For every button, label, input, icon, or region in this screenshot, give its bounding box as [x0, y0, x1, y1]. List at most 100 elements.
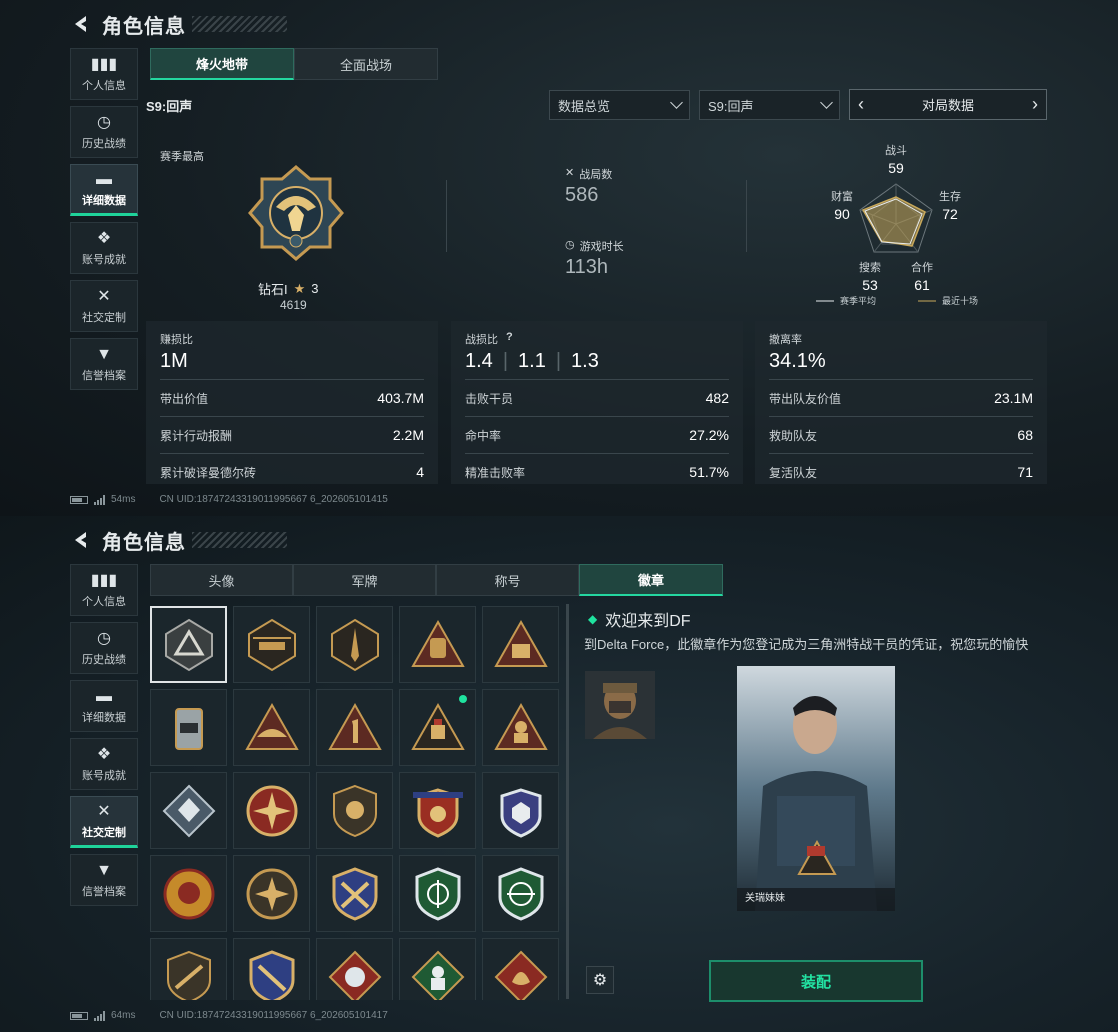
ping-text: 64ms [111, 1010, 136, 1021]
equip-button[interactable]: 装配 [709, 960, 923, 1002]
badge-cell[interactable] [316, 855, 393, 932]
badge-cell[interactable] [150, 689, 227, 766]
radar-value-wealth: 90 [834, 206, 850, 222]
tab-dog-tag[interactable]: 军牌 [293, 564, 436, 596]
compass-star-badge-icon [246, 785, 297, 836]
badge-list-scrollbar[interactable] [566, 604, 569, 999]
rank-caption: 赛季最高 [160, 151, 204, 163]
bar-chart-icon: ▮▮▮ [90, 55, 118, 73]
dropdown-value: 数据总览 [558, 98, 611, 114]
sidebar-item-achievements[interactable]: ❖ 账号成就 [70, 222, 138, 274]
shield-icon: ▼ [96, 345, 112, 363]
battery-icon [70, 1011, 88, 1020]
triangle-badge-icon [164, 618, 213, 671]
stat-row: 带出价值 403.7M [160, 379, 424, 416]
page-title: 角色信息 [102, 15, 186, 38]
sidebar-item-label: 账号成就 [82, 253, 126, 266]
data-overview-dropdown[interactable]: 数据总览 [549, 90, 690, 120]
backpack-s5-badge-icon [410, 619, 465, 667]
badge-cell[interactable] [399, 938, 476, 1000]
sidebar-item-label: 个人信息 [82, 79, 126, 92]
sidebar-item-personal-info[interactable]: ▮▮▮ 个人信息 [70, 48, 138, 100]
badge-cell[interactable] [399, 606, 476, 683]
sidebar-item-social[interactable]: ✕ 社交定制 [70, 280, 138, 332]
chevron-left-icon[interactable]: ‹ [858, 94, 864, 115]
back-button[interactable] [70, 529, 92, 551]
matches-value: 586 [565, 184, 599, 206]
kd-values: 1.4 | 1.1 | 1.3 [465, 350, 599, 372]
sidebar-item-reputation[interactable]: ▼ 信誉档案 [70, 338, 138, 390]
kd-value: 1.3 [571, 350, 599, 372]
badge-cell[interactable] [150, 938, 227, 1000]
tools-icon: ✕ [97, 287, 111, 305]
badge-cell[interactable] [399, 689, 476, 766]
sword-shield-badge-icon [330, 618, 379, 671]
season-dropdown[interactable]: S9:回声 [699, 90, 840, 120]
badge-cell[interactable] [316, 606, 393, 683]
sidebar-item-achievements[interactable]: ❖ 账号成就 [70, 738, 138, 790]
soldier-badge-icon [493, 702, 548, 750]
medal-icon: ❖ [96, 745, 112, 763]
badge-cell[interactable] [482, 938, 559, 1000]
kd-ratio-card: 战损比? 1.4 | 1.1 | 1.3 击败干员 482 命中率 27.2% 精准击败率 5… [451, 321, 743, 484]
badge-cell[interactable] [150, 772, 227, 849]
mask-medal-badge-icon [163, 868, 214, 919]
tab-warfare-zone[interactable]: 烽火地带 [150, 48, 294, 80]
sidebar-item-label: 社交定制 [82, 826, 126, 839]
chevron-down-icon [820, 96, 833, 109]
title-hatch-decoration [192, 532, 287, 548]
battery-icon [70, 495, 88, 504]
badge-cell[interactable] [316, 938, 393, 1000]
sidebar-item-history[interactable]: ◷ 历史战绩 [70, 106, 138, 158]
badge-cell[interactable] [316, 772, 393, 849]
sidebar-item-reputation[interactable]: ▼ 信誉档案 [70, 854, 138, 906]
sidebar-item-detail-data[interactable]: ▬ 详细数据 [70, 164, 138, 216]
settings-gear-icon[interactable]: ⚙ [586, 966, 614, 994]
badge-cell[interactable] [482, 689, 559, 766]
new-indicator-dot [459, 695, 467, 703]
rank-name: 钻石I [258, 282, 288, 297]
tab-title[interactable]: 称号 [436, 564, 579, 596]
status-bar: 64ms CN UID:18747243319011995667 6_20260… [70, 1010, 388, 1021]
status-bar: 54ms CN UID:18747243319011995667 6_20260… [70, 494, 388, 505]
stat-key: 累计行动报酬 [160, 428, 233, 443]
tab-avatar[interactable]: 头像 [150, 564, 293, 596]
badge-cell[interactable] [482, 772, 559, 849]
radar-value-teamwork: 61 [914, 277, 930, 293]
badge-cell[interactable] [233, 689, 310, 766]
sidebar-item-personal-info[interactable]: ▮▮▮ 个人信息 [70, 564, 138, 616]
badge-cell[interactable] [482, 606, 559, 683]
sidebar-item-label: 社交定制 [82, 311, 126, 324]
badge-cell[interactable] [399, 855, 476, 932]
tab-full-battlefield[interactable]: 全面战场 [294, 48, 438, 80]
crossed-rifles-blue-badge-icon [249, 949, 294, 1000]
sidebar-item-social[interactable]: ✕ 社交定制 [70, 796, 138, 848]
badge-cell[interactable] [233, 938, 310, 1000]
playtime-label: 游戏时长 [579, 241, 624, 253]
shield-emblem-badge-icon [332, 784, 377, 837]
stat-key: 带出价值 [160, 391, 209, 406]
wolf-badge-icon [328, 950, 381, 1000]
badge-cell[interactable] [150, 606, 227, 683]
rank-score: 4619 [280, 298, 307, 312]
stat-row: 精准击败率 51.7% [465, 453, 729, 490]
badge-cell[interactable] [233, 606, 310, 683]
chevron-right-icon[interactable]: › [1032, 94, 1038, 115]
stat-key: 复活队友 [769, 465, 818, 480]
sidebar-item-history[interactable]: ◷ 历史战绩 [70, 622, 138, 674]
badge-cell[interactable] [233, 855, 310, 932]
badge-cell[interactable] [150, 855, 227, 932]
sidebar-item-label: 信誉档案 [82, 885, 126, 898]
sidebar-item-detail-data[interactable]: ▬ 详细数据 [70, 680, 138, 732]
badge-cell[interactable] [399, 772, 476, 849]
badge-cell[interactable] [233, 772, 310, 849]
tab-badge[interactable]: 徽章 [579, 564, 723, 596]
help-icon[interactable]: ? [506, 331, 513, 347]
clock-icon: ◷ [97, 629, 111, 647]
card-label: 撤离率 [769, 334, 802, 346]
badge-cell[interactable] [316, 689, 393, 766]
badge-description: 到Delta Force，此徽章作为您登记成为三角洲特战干员的凭证，祝您玩的愉快 [584, 637, 1029, 652]
badge-cell[interactable] [482, 855, 559, 932]
back-button[interactable] [70, 13, 92, 35]
uid-text: CN UID:18747243319011995667 6_2026051014… [159, 494, 388, 505]
